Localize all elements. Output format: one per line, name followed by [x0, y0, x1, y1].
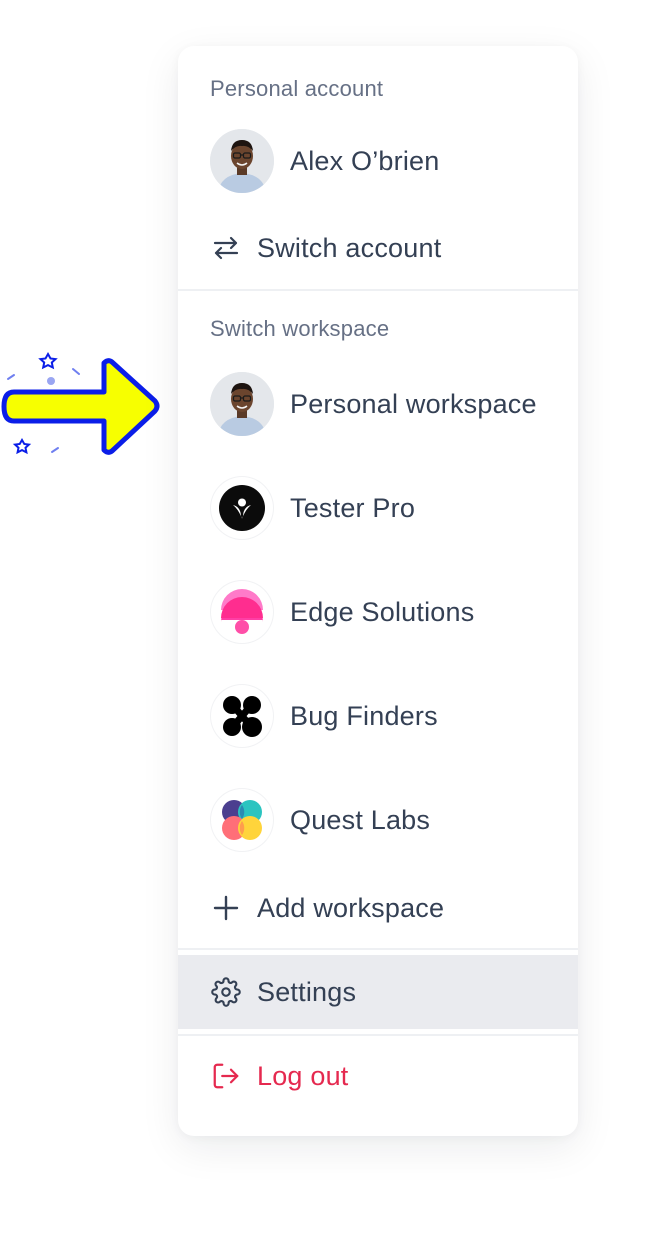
user-avatar-image	[210, 129, 274, 193]
plus-icon	[211, 893, 241, 923]
switch-arrows-icon	[211, 233, 241, 263]
switch-workspace-heading: Switch workspace	[210, 316, 390, 341]
account-menu: Personal account Alex O’brien Switch acc…	[178, 46, 578, 1136]
switch-account-item[interactable]: Switch account	[178, 216, 578, 280]
add-workspace-item[interactable]: Add workspace	[178, 876, 578, 940]
logout-item[interactable]: Log out	[178, 1044, 578, 1108]
logout-label: Log out	[257, 1060, 349, 1091]
edge-solutions-logo-icon	[211, 581, 273, 643]
page: Personal account Alex O’brien Switch acc…	[0, 0, 658, 1249]
gear-icon	[211, 977, 241, 1007]
quest-labs-logo-icon	[211, 789, 273, 851]
workspace-item-bug-finders[interactable]: Bug Finders	[178, 681, 578, 751]
current-user-item[interactable]: Alex O’brien	[178, 126, 578, 196]
tester-pro-logo-icon	[211, 477, 273, 539]
workspace-item-edge-solutions[interactable]: Edge Solutions	[178, 577, 578, 647]
personal-workspace-avatar	[210, 372, 274, 436]
workspace-label: Quest Labs	[290, 804, 431, 835]
pointer-arrow-icon	[1, 351, 160, 455]
workspace-item-tester-pro[interactable]: Tester Pro	[178, 473, 578, 543]
divider	[178, 1034, 578, 1036]
settings-item[interactable]: Settings	[178, 955, 578, 1029]
logout-icon	[211, 1061, 241, 1091]
bug-finders-logo-icon	[211, 685, 273, 747]
workspace-label: Bug Finders	[290, 700, 438, 731]
workspace-item-personal[interactable]: Personal workspace	[178, 369, 578, 439]
user-name: Alex O’brien	[290, 145, 440, 176]
user-avatar-image	[210, 372, 274, 436]
switch-account-label: Switch account	[257, 232, 442, 263]
workspace-label: Edge Solutions	[290, 596, 475, 627]
workspace-label: Tester Pro	[290, 492, 416, 523]
workspace-label: Personal workspace	[290, 388, 537, 419]
user-avatar	[210, 129, 274, 193]
add-workspace-label: Add workspace	[257, 892, 445, 923]
personal-account-heading: Personal account	[210, 76, 384, 101]
workspace-item-quest-labs[interactable]: Quest Labs	[178, 785, 578, 855]
divider	[178, 948, 578, 950]
divider	[178, 289, 578, 291]
settings-label: Settings	[257, 976, 357, 1007]
